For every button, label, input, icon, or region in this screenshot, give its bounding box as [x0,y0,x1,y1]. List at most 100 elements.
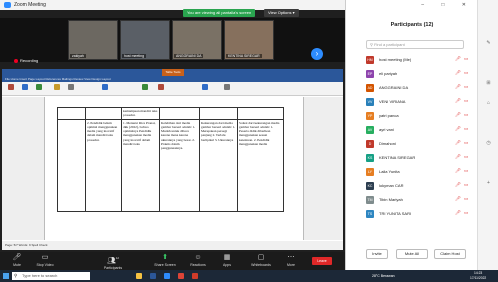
video-off-icon[interactable]: ▭ [464,56,468,62]
microphone-muted-icon[interactable]: 🎤︎ [455,84,461,90]
protect-icon[interactable] [224,84,230,90]
video-off-icon[interactable]: ▭ [464,154,468,160]
microphone-muted-icon[interactable]: 🎤︎ [455,182,461,188]
table-cell [57,107,86,120]
participant-row[interactable]: LY Laila Yunita 🎤︎ ▭ [366,165,476,179]
participant-row[interactable]: TS TRI YUNITA SARI 🎤︎ ▭ [366,207,476,221]
more-button[interactable]: ⋯ More [276,254,306,267]
share-screen-button[interactable]: ⬆︎ Share Screen [150,254,180,267]
microphone-muted-icon[interactable]: 🎤︎ [455,56,461,62]
side-tool-icon[interactable]: + [485,180,492,186]
video-off-icon[interactable]: ▭ [464,112,468,118]
participant-row[interactable]: D Dimahoni 🎤︎ ▭ [366,137,476,151]
windows-start-icon[interactable] [3,273,9,279]
participant-row[interactable]: AD ANGGRAINI DA 🎤︎ ▭ [366,81,476,95]
video-off-icon[interactable]: ▭ [464,98,468,104]
whiteboards-button[interactable]: ▢ Whiteboards [246,254,276,267]
avatar: EP [366,70,374,78]
side-tool-icon[interactable]: ✎ [485,40,492,46]
reactions-button[interactable]: ☺︎ Reactions [183,254,213,267]
video-off-icon[interactable]: ▭ [464,182,468,188]
table-tools-tab[interactable]: Table Tools [162,69,184,76]
participant-search-input[interactable]: ⚲ Find a participant [366,40,464,49]
mute-all-button[interactable]: Mute All [396,249,428,259]
side-tool-icon[interactable]: ⊞ [485,80,492,86]
track-changes-icon[interactable] [102,84,108,90]
weather-widget[interactable]: 28°C Berawan [372,270,395,282]
microphone-muted-icon[interactable]: 🎤︎ [455,210,461,216]
participant-row[interactable]: KC lokyman CAR 🎤︎ ▭ [366,179,476,193]
avatar: AV [366,126,374,134]
apps-button[interactable]: ▦ Apps [212,254,242,267]
chrome-app-icon[interactable] [178,273,184,279]
participant-row[interactable]: AV ayri vani 🎤︎ ▭ [366,123,476,137]
next-page-icon[interactable]: › [311,48,323,60]
video-tile[interactable]: ANGGRAINI DA [172,20,222,60]
microphone-muted-icon[interactable]: 🎤︎ [455,126,461,132]
video-off-icon[interactable]: ▭ [464,168,468,174]
microphone-muted-icon[interactable]: 🎤︎ [455,196,461,202]
mute-button[interactable]: 🎤︎ Mute [2,254,32,267]
leave-button[interactable]: Leave [312,257,332,265]
microphone-muted-icon[interactable]: 🎤︎ [455,168,461,174]
taskbar-search-input[interactable]: Type here to search [12,272,90,280]
video-off-icon[interactable]: ▭ [464,196,468,202]
participant-name: Dimahoni [379,141,396,146]
video-off-icon[interactable]: ▭ [464,84,468,90]
participant-row[interactable]: TM Tibin Mariyah 🎤︎ ▭ [366,193,476,207]
tile-name: host meeting [122,54,147,58]
window-controls[interactable]: – □ ✕ [421,2,474,8]
whiteboard-icon: ▢ [257,254,265,261]
microphone-muted-icon[interactable]: 🎤︎ [455,98,461,104]
word-app-icon[interactable] [150,273,156,279]
video-off-icon[interactable]: ▭ [464,126,468,132]
video-tile[interactable]: KENTINA SIREGAR [224,20,274,60]
translate-icon[interactable] [36,84,42,90]
participant-row[interactable]: EP eli pariyah 🎤︎ ▭ [366,67,476,81]
word-page[interactable]: kemampuan mandiri teks prosedur. 2. Pend… [44,97,304,240]
new-comment-icon[interactable] [54,84,60,90]
participant-row[interactable]: KS KENTINA SIREGAR 🎤︎ ▭ [366,151,476,165]
participant-name: ANGGRAINI DA [379,85,409,90]
powerpoint-app-icon[interactable] [192,273,198,279]
participant-row[interactable]: VV VENI VIRIANA 🎤︎ ▭ [366,95,476,109]
avatar: YP [366,112,374,120]
participants-icon: 👥︎12 [106,256,120,265]
accept-icon[interactable] [142,84,148,90]
table-row: kemampuan mandiri teks prosedur. [57,107,284,120]
participant-row[interactable]: YP yatri panca 🎤︎ ▭ [366,109,476,123]
participant-row[interactable]: HM host meeting (Me) 🎤︎ ▭ [366,53,476,67]
avatar: AD [366,84,374,92]
video-off-icon[interactable]: ▭ [464,70,468,76]
video-tile[interactable]: zakiyah [68,20,118,60]
file-explorer-icon[interactable] [136,273,142,279]
taskbar-clock[interactable]: 14:23 17/11/2022 [470,271,486,281]
microphone-muted-icon[interactable]: 🎤︎ [455,140,461,146]
microphone-muted-icon[interactable]: 🎤︎ [455,154,461,160]
table-cell [57,118,86,212]
video-off-icon[interactable]: ▭ [464,140,468,146]
avatar: VV [366,98,374,106]
video-gallery: zakiyah host meeting ANGGRAINI DA KENTIN… [0,18,345,62]
invite-button[interactable]: Invite [366,249,388,259]
claim-host-button[interactable]: Claim Host [434,249,466,259]
microphone-muted-icon[interactable]: 🎤︎ [455,112,461,118]
view-options-button[interactable]: View Options ▾ [264,9,299,17]
reject-icon[interactable] [158,84,164,90]
side-tool-icon[interactable]: ⌂ [485,100,492,106]
spelling-icon[interactable] [8,84,14,90]
video-tile[interactable]: host meeting [120,20,170,60]
table-cell: kemampuan mandiri teks prosedur. [121,107,160,120]
more-icon: ⋯ [287,254,295,261]
zoom-app-icon[interactable] [164,273,170,279]
stop-video-button[interactable]: ▭ Stop Video [30,254,60,267]
participant-name: Tibin Mariyah [379,197,403,202]
microphone-muted-icon[interactable]: 🎤︎ [455,70,461,76]
side-tool-icon[interactable]: ◷ [485,140,492,146]
compare-icon[interactable] [202,84,208,90]
zoom-window-title: Zoom Meeting [14,2,46,8]
delete-comment-icon[interactable] [68,84,74,90]
video-off-icon[interactable]: ▭ [464,210,468,216]
participants-button[interactable]: 👥︎12 Participants [98,254,128,270]
research-icon[interactable] [22,84,28,90]
